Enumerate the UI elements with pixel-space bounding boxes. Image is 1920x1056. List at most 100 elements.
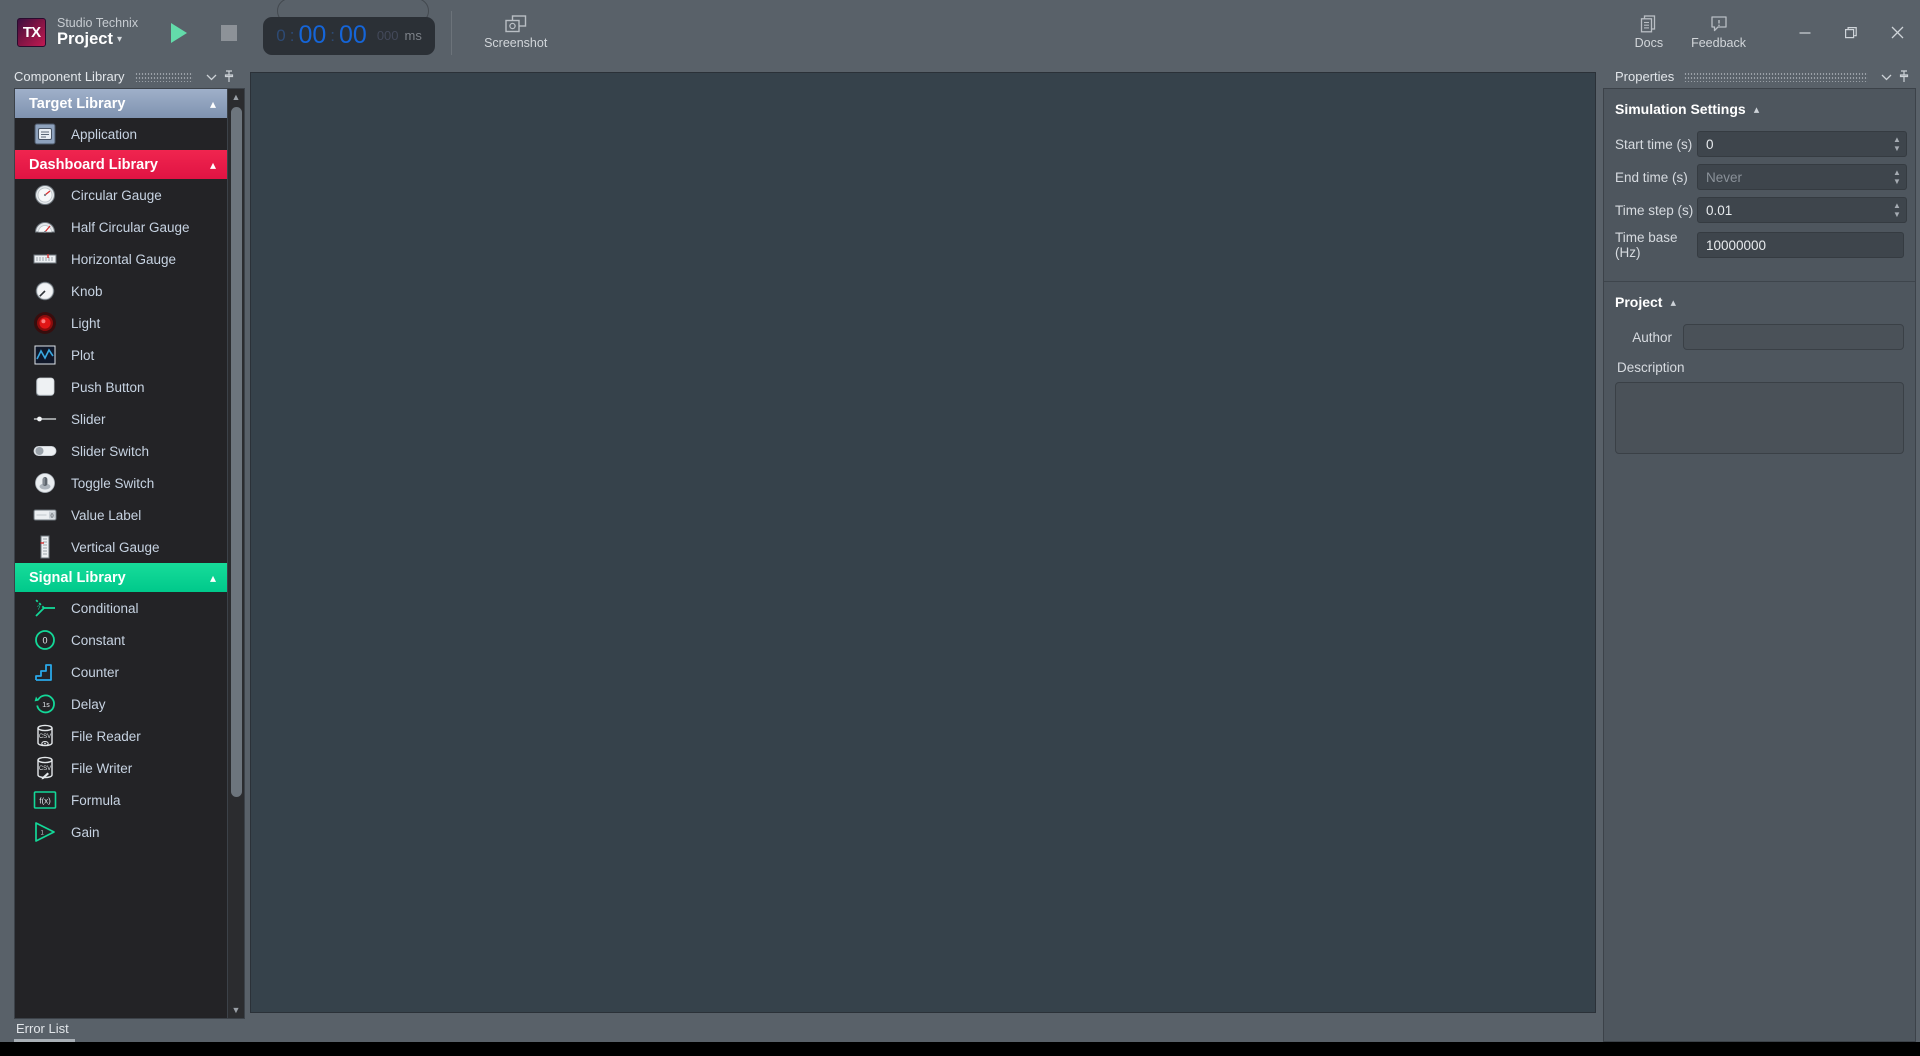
end-time-spinner[interactable]: ▲ ▼ xyxy=(1891,165,1906,189)
docs-button[interactable]: Docs xyxy=(1621,11,1677,54)
library-item-conditional[interactable]: ? Conditional xyxy=(15,592,227,624)
library-item-slider[interactable]: Slider xyxy=(15,403,227,435)
properties-menu-chevron-down-icon[interactable] xyxy=(1878,68,1895,85)
project-canvas[interactable] xyxy=(250,72,1596,1013)
library-item-label: Delay xyxy=(71,696,106,712)
spinner-up-icon[interactable]: ▲ xyxy=(1893,202,1901,210)
start-time-input[interactable] xyxy=(1698,132,1891,156)
description-input[interactable] xyxy=(1616,383,1903,453)
field-row-time-base: Time base (Hz) xyxy=(1615,230,1904,260)
svg-text:1s: 1s xyxy=(42,702,50,709)
library-item-toggle-switch[interactable]: Toggle Switch xyxy=(15,467,227,499)
library-item-slider-switch[interactable]: Slider Switch xyxy=(15,435,227,467)
author-input[interactable] xyxy=(1684,325,1903,349)
screenshot-button[interactable]: Screenshot xyxy=(474,11,557,54)
library-item-file-reader[interactable]: CSV File Reader xyxy=(15,720,227,752)
scrollbar-track[interactable] xyxy=(228,105,244,1002)
knob-icon xyxy=(33,279,57,303)
start-time-field[interactable]: ▲ ▼ xyxy=(1697,131,1907,157)
scroll-down-icon[interactable]: ▼ xyxy=(232,1002,241,1018)
brand-text: Studio Technix Project ▾ xyxy=(57,16,138,49)
project-section-header[interactable]: Project ▴ xyxy=(1615,294,1904,310)
counter-icon xyxy=(33,660,57,684)
chevron-up-icon: ▴ xyxy=(1670,296,1676,309)
library-item-gain[interactable]: 1 Gain xyxy=(15,816,227,848)
feedback-button[interactable]: Feedback xyxy=(1677,11,1760,54)
stop-button[interactable] xyxy=(212,16,246,50)
library-item-push-button[interactable]: Push Button xyxy=(15,371,227,403)
time-step-input[interactable] xyxy=(1698,198,1891,222)
section-header-signal-library[interactable]: Signal Library ▴ xyxy=(15,563,227,592)
start-time-spinner[interactable]: ▲ ▼ xyxy=(1891,132,1906,156)
stop-icon xyxy=(221,24,238,41)
author-field[interactable] xyxy=(1683,324,1904,350)
component-library-list[interactable]: Target Library ▴ Application Dashboard L… xyxy=(15,89,227,1018)
library-item-label: Gain xyxy=(71,824,100,840)
library-item-constant[interactable]: 0 Constant xyxy=(15,624,227,656)
minimize-button[interactable] xyxy=(1782,0,1828,65)
library-item-circular-gauge[interactable]: Circular Gauge xyxy=(15,179,227,211)
library-item-label: Value Label xyxy=(71,507,142,523)
scrollbar-thumb[interactable] xyxy=(231,107,242,797)
chevron-up-icon: ▴ xyxy=(1753,103,1760,116)
author-label: Author xyxy=(1632,329,1672,345)
library-item-label: Half Circular Gauge xyxy=(71,219,190,235)
spinner-up-icon[interactable]: ▲ xyxy=(1893,136,1901,144)
feedback-icon xyxy=(1710,16,1727,32)
formula-icon: f(x) xyxy=(33,788,57,812)
library-item-light[interactable]: Light xyxy=(15,307,227,339)
spinner-up-icon[interactable]: ▲ xyxy=(1893,169,1901,177)
library-item-knob[interactable]: Knob xyxy=(15,275,227,307)
description-field[interactable] xyxy=(1615,382,1904,454)
library-item-application[interactable]: Application xyxy=(15,118,227,150)
section-header-dashboard-library[interactable]: Dashboard Library ▴ xyxy=(15,150,227,179)
screenshot-label: Screenshot xyxy=(484,36,548,50)
properties-pin-icon[interactable] xyxy=(1895,68,1912,85)
time-step-spinner[interactable]: ▲ ▼ xyxy=(1891,198,1906,222)
main-body: Component Library Target Library ▴ Appli… xyxy=(0,65,1920,1042)
time-base-input[interactable] xyxy=(1698,233,1903,257)
svg-text:0: 0 xyxy=(42,636,47,646)
bottom-strip xyxy=(0,1042,1920,1056)
library-item-formula[interactable]: f(x) Formula xyxy=(15,784,227,816)
maximize-button[interactable] xyxy=(1828,0,1874,65)
chevron-up-icon: ▴ xyxy=(209,570,216,585)
time-step-field[interactable]: ▲ ▼ xyxy=(1697,197,1907,223)
library-item-vertical-gauge[interactable]: Vertical Gauge xyxy=(15,531,227,563)
scroll-up-icon[interactable]: ▲ xyxy=(232,89,241,105)
panel-drag-grip[interactable] xyxy=(134,71,193,82)
play-button[interactable] xyxy=(162,16,196,50)
section-header-target-library[interactable]: Target Library ▴ xyxy=(15,89,227,118)
library-item-counter[interactable]: Counter xyxy=(15,656,227,688)
end-time-field[interactable]: ▲ ▼ xyxy=(1697,164,1907,190)
library-item-label: Vertical Gauge xyxy=(71,539,160,555)
panel-menu-chevron-down-icon[interactable] xyxy=(203,68,220,85)
component-library-scrollbar[interactable]: ▲ ▼ xyxy=(227,89,244,1018)
chevron-down-icon: ▾ xyxy=(116,33,122,45)
close-button[interactable] xyxy=(1874,0,1920,65)
toggle-switch-icon xyxy=(33,471,57,495)
project-menu[interactable]: Project ▾ xyxy=(57,30,138,49)
simulation-settings-header[interactable]: Simulation Settings ▴ xyxy=(1615,101,1904,117)
library-item-label: Application xyxy=(71,126,138,142)
library-item-label: File Writer xyxy=(71,760,133,776)
tab-error-list[interactable]: Error List xyxy=(14,1020,75,1042)
simulation-timer: 0 : 00 : 00 000 ms xyxy=(263,0,436,55)
library-item-label: Conditional xyxy=(71,600,139,616)
properties-drag-grip[interactable] xyxy=(1684,71,1868,82)
section-title: Target Library xyxy=(29,95,126,112)
library-item-label: Knob xyxy=(71,283,103,299)
library-item-horizontal-gauge[interactable]: Horizontal Gauge xyxy=(15,243,227,275)
panel-pin-icon[interactable] xyxy=(220,68,237,85)
time-base-field[interactable] xyxy=(1697,232,1904,258)
spinner-down-icon[interactable]: ▼ xyxy=(1893,145,1901,153)
spinner-down-icon[interactable]: ▼ xyxy=(1893,211,1901,219)
library-item-delay[interactable]: 1s Delay xyxy=(15,688,227,720)
titlebar-right: Docs Feedback xyxy=(1621,0,1920,65)
library-item-value-label[interactable]: 0 Value Label xyxy=(15,499,227,531)
spinner-down-icon[interactable]: ▼ xyxy=(1893,178,1901,186)
library-item-half-circular-gauge[interactable]: Half Circular Gauge xyxy=(15,211,227,243)
end-time-input[interactable] xyxy=(1698,165,1891,189)
library-item-plot[interactable]: Plot xyxy=(15,339,227,371)
library-item-file-writer[interactable]: CSV File Writer xyxy=(15,752,227,784)
